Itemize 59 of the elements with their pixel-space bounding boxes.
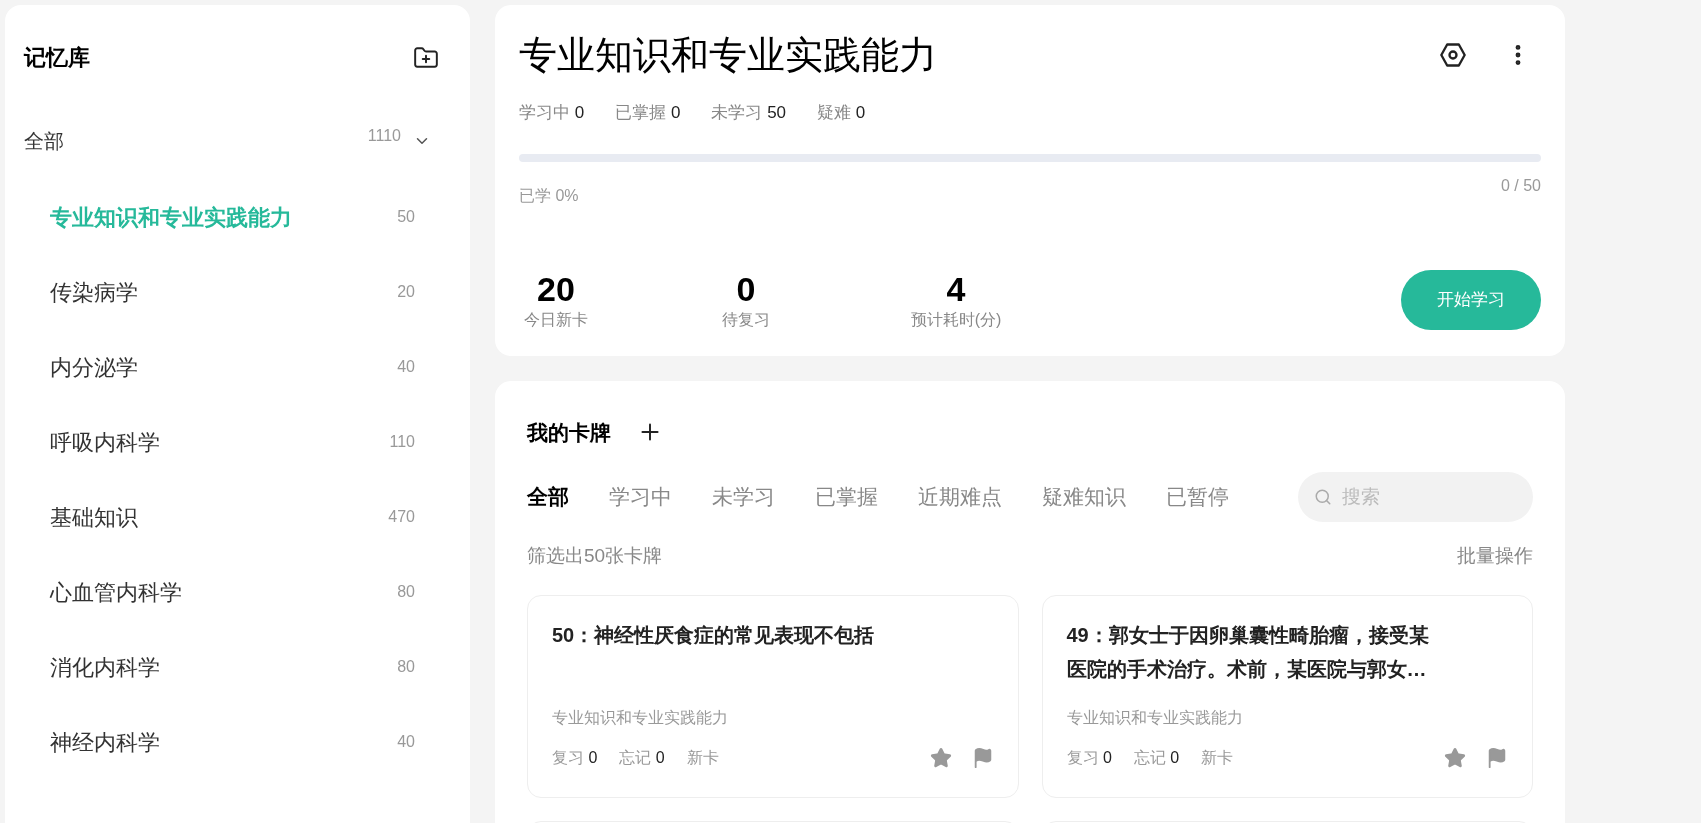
filter-tab[interactable]: 学习中 xyxy=(609,481,672,513)
filter-tab[interactable]: 全部 xyxy=(527,481,569,513)
tree-item[interactable]: 神经内科学 40 xyxy=(50,727,415,757)
stat-label: 待复习 xyxy=(722,309,770,330)
stat-label: 未学习 50 xyxy=(711,102,787,124)
folder-plus-icon[interactable] xyxy=(413,44,439,71)
card-stat: 忘记 0 xyxy=(619,747,665,768)
tree-item[interactable]: 心血管内科学 80 xyxy=(50,577,415,607)
filter-tab[interactable]: 未学习 xyxy=(712,481,775,513)
card-title: 50：神经性厌食症的常见表现不包括 xyxy=(552,622,876,648)
sidebar-title: 记忆库 xyxy=(24,44,90,72)
count: 470 xyxy=(388,507,415,527)
filter-tab[interactable]: 疑难知识 xyxy=(1042,481,1126,513)
flashcard[interactable]: 49：郭女士于因卵巢囊性畸胎瘤，接受某医院的手术治疗。术前，某医院与郭女… 专业知识和专业实践能力 复习 0 忘记 0 新卡 xyxy=(1041,594,1533,798)
count: 110 xyxy=(389,432,415,452)
card-stat: 复习 0 xyxy=(552,747,598,768)
filter-summary: 筛选出50张卡牌 xyxy=(527,544,663,568)
progress-reading: 0 / 50 xyxy=(1500,175,1541,196)
progress-label: 已学 0% xyxy=(519,185,579,206)
card-tag: 新卡 xyxy=(1201,745,1234,770)
count: 40 xyxy=(397,732,415,752)
tree-item[interactable]: 消化内科学 80 xyxy=(50,652,415,682)
count: 1110 xyxy=(367,126,401,146)
star-icon[interactable] xyxy=(1444,746,1466,769)
tree-item[interactable]: 内分泌学 40 xyxy=(50,352,415,382)
filter-tab[interactable]: 已暂停 xyxy=(1166,481,1229,513)
flashcard[interactable]: 50：神经性厌食症的常见表现不包括 专业知识和专业实践能力 复习 0 忘记 0 新卡 xyxy=(527,594,1019,798)
tree-item[interactable]: 传染病学 20 xyxy=(50,277,415,307)
panel-title: 我的卡牌 xyxy=(527,419,611,446)
stat-label: 已掌握 0 xyxy=(615,102,681,124)
filter-tab[interactable]: 近期难点 xyxy=(918,481,1002,513)
filter-tab[interactable]: 已掌握 xyxy=(815,481,878,513)
count: 20 xyxy=(397,282,415,302)
count: 80 xyxy=(397,582,415,602)
stat-label: 预计耗时(分) xyxy=(910,309,1002,330)
count: 40 xyxy=(397,357,415,377)
count: 80 xyxy=(397,657,415,677)
search-icon xyxy=(1314,488,1332,506)
stat-label: 疑难 0 xyxy=(817,102,866,124)
deck-title: 专业知识和专业实践能力 xyxy=(519,33,937,77)
card-deck: 专业知识和专业实践能力 xyxy=(552,707,729,728)
stat-value: 0 xyxy=(736,269,756,308)
card-stat: 忘记 0 xyxy=(1133,747,1180,768)
tree-item[interactable]: 基础知识 470 xyxy=(50,502,415,532)
count: 50 xyxy=(397,207,415,227)
card-deck: 专业知识和专业实践能力 xyxy=(1066,707,1244,728)
card-tag: 新卡 xyxy=(686,745,719,770)
settings-icon[interactable] xyxy=(1439,41,1467,69)
tree-item[interactable]: 呼吸内科学 110 xyxy=(50,427,415,457)
batch-action-link[interactable]: 批量操作 xyxy=(1457,542,1533,571)
star-icon[interactable] xyxy=(929,746,952,769)
stat-label: 学习中 0 xyxy=(519,102,585,124)
stat-label: 今日新卡 xyxy=(524,309,588,330)
card-stat: 复习 0 xyxy=(1066,747,1112,768)
stat-value: 4 xyxy=(946,269,966,308)
flag-icon[interactable] xyxy=(1486,746,1508,769)
card-title: 49：郭女士于因卵巢囊性畸胎瘤，接受某医院的手术治疗。术前，某医院与郭女… xyxy=(1066,622,1430,682)
stat-value: 20 xyxy=(537,269,575,308)
tree-item[interactable]: 全部 1110 xyxy=(24,126,451,156)
